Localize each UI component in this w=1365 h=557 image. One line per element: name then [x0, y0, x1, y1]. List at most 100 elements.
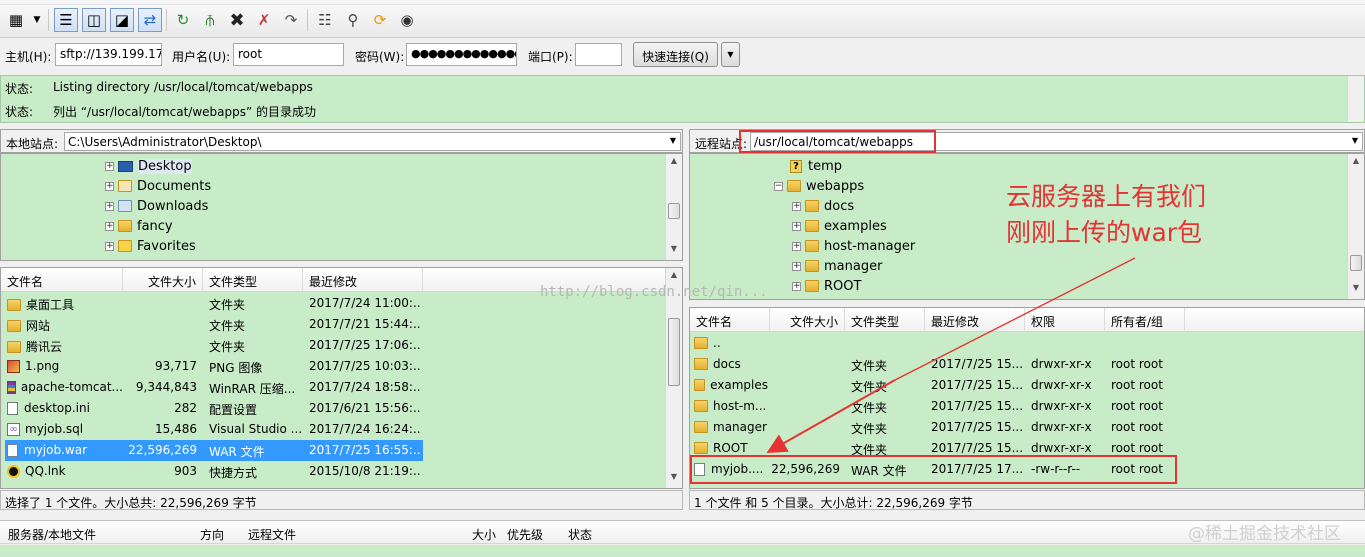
tree-item[interactable]: + Desktop [105, 156, 192, 176]
log-label: 状态: [5, 82, 34, 96]
file-row[interactable]: ∞ myjob.sql 15,486 Visual Studio ... 2017/7/… [1, 419, 665, 440]
message-log: 状态: Listing directory /usr/local/tomcat/… [0, 75, 1365, 123]
file-size: 22,596,269 [128, 443, 197, 457]
col-modified[interactable]: 最近修改 [925, 308, 1025, 332]
host-label: 主机(H): [5, 50, 52, 64]
log-scrollbar[interactable] [1347, 76, 1364, 122]
col-filetype[interactable]: 文件类型 [845, 308, 925, 332]
queue-col-size[interactable]: 大小 [472, 526, 496, 543]
queue-col-server[interactable]: 服务器/本地文件 [8, 526, 96, 543]
tree-item[interactable]: ? temp [790, 156, 842, 176]
tree-item[interactable]: − webapps [774, 176, 864, 196]
tree-item[interactable]: + host-manager [792, 236, 915, 256]
file-name: .. [713, 336, 721, 350]
tree-item[interactable]: + examples [792, 216, 887, 236]
file-row[interactable]: 网站 文件夹 2017/7/21 15:44:... [1, 314, 665, 335]
password-input[interactable]: ●●●●●●●●●●●●● [406, 43, 517, 66]
compare-icon[interactable]: ⚲ [341, 8, 365, 32]
folder-open-icon [787, 180, 801, 192]
col-filesize[interactable]: 文件大小 [770, 308, 845, 332]
chevron-down-icon[interactable]: ▼ [1352, 136, 1358, 145]
refresh-icon[interactable]: ↻ [171, 8, 195, 32]
transfer-queue-toggle-icon[interactable]: ⇄ [138, 8, 162, 32]
log-line: 状态: Listing directory /usr/local/tomcat/… [5, 80, 313, 97]
col-filename[interactable]: 文件名 [1, 268, 123, 292]
col-permissions[interactable]: 权限 [1025, 308, 1105, 332]
tree-item[interactable]: + fancy [105, 216, 173, 236]
file-permissions: drwxr-xr-x [1031, 420, 1092, 434]
process-queue-icon[interactable]: ⫚ [198, 8, 222, 32]
file-permissions: drwxr-xr-x [1031, 441, 1092, 455]
site-manager-icon[interactable]: ▦ [4, 8, 28, 32]
folder-icon [7, 340, 21, 353]
password-label: 密码(W): [355, 50, 405, 64]
quickconnect-dropdown-icon[interactable]: ▼ [721, 42, 740, 67]
reconnect-icon[interactable]: ↷ [279, 8, 303, 32]
queue-col-status[interactable]: 状态 [568, 526, 592, 543]
local-tree-scrollbar[interactable]: ▲ ▼ [665, 154, 682, 260]
col-modified[interactable]: 最近修改 [303, 268, 423, 292]
image-file-icon [7, 359, 20, 373]
file-modified: 2017/7/24 18:58:... [309, 380, 421, 394]
chevron-down-icon[interactable]: ▼ [670, 136, 676, 145]
tree-item[interactable]: + docs [792, 196, 854, 216]
queue-col-remote[interactable]: 远程文件 [248, 526, 296, 543]
tree-item[interactable]: + ROOT [792, 276, 861, 296]
file-row[interactable]: examples 文件夹 2017/7/25 15... drwxr-xr-x root… [690, 375, 1364, 396]
tree-item[interactable]: + manager [792, 256, 882, 276]
remote-tree-scrollbar[interactable]: ▲ ▼ [1347, 154, 1364, 299]
file-row[interactable]: apache-tomcat... 9,344,843 WinRAR 压缩... 201… [1, 377, 665, 398]
tree-item[interactable]: + Documents [105, 176, 211, 196]
file-row[interactable]: .. [690, 333, 1364, 354]
port-input[interactable] [575, 43, 622, 66]
file-row[interactable]: 1.png 93,717 PNG 图像 2017/7/25 10:03:... [1, 356, 665, 377]
file-row[interactable]: desktop.ini 282 配置设置 2017/6/21 15:56:... [1, 398, 665, 419]
cancel-icon[interactable]: ✖ [225, 8, 249, 32]
tree-item[interactable]: + Favorites [105, 236, 196, 256]
sync-browse-icon[interactable]: ⟳ [368, 8, 392, 32]
file-row[interactable]: manager 文件夹 2017/7/25 15... drwxr-xr-x root … [690, 417, 1364, 438]
local-tree-toggle-icon[interactable]: ◫ [82, 8, 106, 32]
file-permissions: drwxr-xr-x [1031, 357, 1092, 371]
file-row[interactable]: myjob.war 22,596,269 WAR 文件 2017/7/25 16:55… [1, 440, 665, 461]
local-status-footer: 选择了 1 个文件。大小总共: 22,596,269 字节 [0, 490, 683, 510]
quickconnect-bar: 主机(H): sftp://139.199.177 用户名(U): root 密… [0, 39, 1365, 71]
file-row[interactable]: 腾讯云 文件夹 2017/7/25 17:06:... [1, 335, 665, 356]
local-site-label: 本地站点: [6, 137, 59, 151]
file-modified: 2017/7/24 16:24:... [309, 422, 421, 436]
col-filename[interactable]: 文件名 [690, 308, 770, 332]
annotation-line: 云服务器上有我们 [1006, 182, 1207, 211]
file-owner: root root [1111, 441, 1163, 455]
desktop-icon [118, 160, 133, 172]
file-row[interactable]: docs 文件夹 2017/7/25 15... drwxr-xr-x root roo… [690, 354, 1364, 375]
file-type: PNG 图像 [209, 361, 263, 375]
remote-tree-toggle-icon[interactable]: ◪ [110, 8, 134, 32]
local-tree: + Desktop + Documents + Downloads + fancy + F… [0, 153, 683, 261]
col-filesize[interactable]: 文件大小 [123, 268, 203, 292]
file-row[interactable]: QQ.lnk 903 快捷方式 2015/10/8 21:19:... [1, 461, 665, 482]
user-input[interactable]: root [233, 43, 344, 66]
find-files-icon[interactable]: ◉ [395, 8, 419, 32]
file-name: 网站 [26, 319, 51, 333]
port-label: 端口(P): [528, 50, 573, 64]
file-type: 文件夹 [851, 401, 888, 415]
queue-col-direction[interactable]: 方向 [200, 526, 224, 543]
file-row[interactable]: host-m... 文件夹 2017/7/25 15... drwxr-xr-x roo… [690, 396, 1364, 417]
col-filetype[interactable]: 文件类型 [203, 268, 303, 292]
file-name: myjob.war [24, 443, 87, 457]
disconnect-icon[interactable]: ✗ [252, 8, 276, 32]
file-type: 文件夹 [209, 298, 246, 312]
message-log-toggle-icon[interactable]: ☰ [54, 8, 78, 32]
quickconnect-button[interactable]: 快速连接(Q) [633, 42, 718, 67]
local-list-scrollbar[interactable]: ▲ ▼ [665, 268, 682, 488]
local-path-input[interactable]: C:\Users\Administrator\Desktop\ [64, 132, 681, 151]
tree-item[interactable]: + Downloads [105, 196, 208, 216]
filter-icon[interactable]: ☷ [313, 8, 337, 32]
file-name: 1.png [25, 359, 60, 373]
col-owner[interactable]: 所有者/组 [1105, 308, 1185, 332]
host-input[interactable]: sftp://139.199.177 [55, 43, 162, 66]
file-name: 腾讯云 [26, 340, 63, 354]
queue-col-priority[interactable]: 优先级 [507, 526, 543, 543]
chevron-down-icon[interactable]: ▼ [30, 8, 44, 32]
folder-icon [694, 379, 706, 391]
